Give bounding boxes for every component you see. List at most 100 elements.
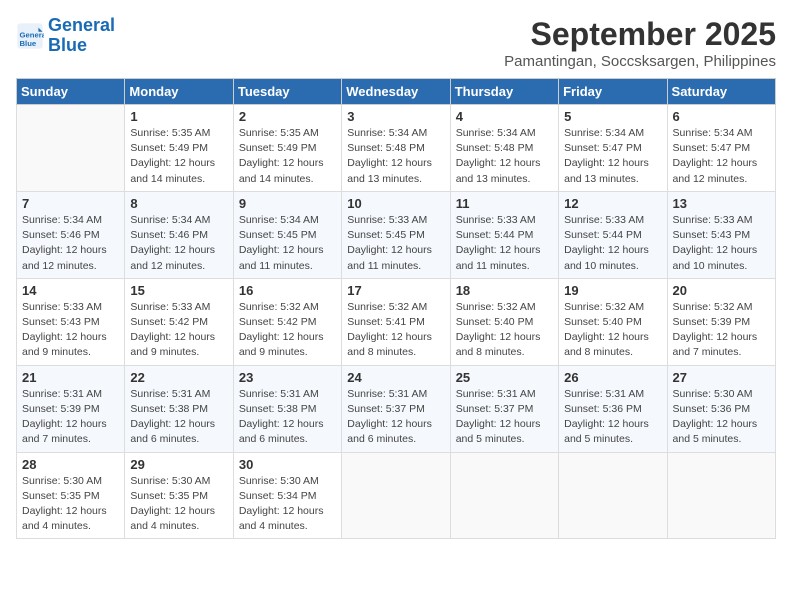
calendar-cell: 1 Sunrise: 5:35 AM Sunset: 5:49 PM Daylig… — [125, 105, 233, 192]
day-number: 10 — [347, 196, 444, 211]
weekday-header-friday: Friday — [559, 79, 667, 105]
calendar-cell: 7 Sunrise: 5:34 AM Sunset: 5:46 PM Daylig… — [17, 191, 125, 278]
day-number: 1 — [130, 109, 227, 124]
calendar-cell: 2 Sunrise: 5:35 AM Sunset: 5:49 PM Daylig… — [233, 105, 341, 192]
calendar-cell: 20Sunrise: 5:32 AM Sunset: 5:39 PM Dayli… — [667, 278, 775, 365]
calendar-table: SundayMondayTuesdayWednesdayThursdayFrid… — [16, 78, 776, 539]
day-info: Sunrise: 5:33 AM Sunset: 5:44 PM Dayligh… — [564, 213, 661, 274]
page-header: General Blue General Blue September 2025… — [16, 16, 776, 70]
day-info: Sunrise: 5:35 AM Sunset: 5:49 PM Dayligh… — [239, 126, 336, 187]
day-number: 15 — [130, 283, 227, 298]
calendar-cell — [559, 452, 667, 539]
day-info: Sunrise: 5:34 AM Sunset: 5:48 PM Dayligh… — [347, 126, 444, 187]
calendar-cell: 29 Sunrise: 5:30 AM Sunset: 5:35 PM Dayli… — [125, 452, 233, 539]
calendar-week-row: 28Sunrise: 5:30 AM Sunset: 5:35 PM Dayli… — [17, 452, 776, 539]
day-info: Sunrise: 5:30 AM Sunset: 5:35 PM Dayligh… — [22, 474, 119, 535]
logo-text: General Blue — [48, 16, 115, 56]
day-info: Sunrise: 5:32 AM Sunset: 5:40 PM Dayligh… — [456, 300, 553, 361]
day-info: Sunrise: 5:31 AM Sunset: 5:38 PM Dayligh… — [239, 387, 336, 448]
calendar-cell: 6 Sunrise: 5:34 AM Sunset: 5:47 PM Daylig… — [667, 105, 775, 192]
logo-line1: General — [48, 15, 115, 35]
day-info: Sunrise: 5:33 AM Sunset: 5:43 PM Dayligh… — [673, 213, 770, 274]
day-number: 5 — [564, 109, 661, 124]
calendar-cell: 25 Sunrise: 5:31 AM Sunset: 5:37 PM Dayli… — [450, 365, 558, 452]
day-number: 7 — [22, 196, 119, 211]
day-info: Sunrise: 5:32 AM Sunset: 5:42 PM Dayligh… — [239, 300, 336, 361]
calendar-cell: 30 Sunrise: 5:30 AM Sunset: 5:34 PM Dayli… — [233, 452, 341, 539]
svg-text:Blue: Blue — [20, 39, 37, 48]
calendar-cell: 4Sunrise: 5:34 AM Sunset: 5:48 PM Daylig… — [450, 105, 558, 192]
calendar-cell — [450, 452, 558, 539]
day-info: Sunrise: 5:31 AM Sunset: 5:39 PM Dayligh… — [22, 387, 119, 448]
day-number: 3 — [347, 109, 444, 124]
calendar-body: 1 Sunrise: 5:35 AM Sunset: 5:49 PM Daylig… — [17, 105, 776, 539]
day-info: Sunrise: 5:33 AM Sunset: 5:44 PM Dayligh… — [456, 213, 553, 274]
day-number: 12 — [564, 196, 661, 211]
calendar-cell: 10 Sunrise: 5:33 AM Sunset: 5:45 PM Dayli… — [342, 191, 450, 278]
day-number: 25 — [456, 370, 553, 385]
weekday-header-wednesday: Wednesday — [342, 79, 450, 105]
weekday-header-monday: Monday — [125, 79, 233, 105]
day-info: Sunrise: 5:31 AM Sunset: 5:37 PM Dayligh… — [347, 387, 444, 448]
day-number: 17 — [347, 283, 444, 298]
calendar-week-row: 21 Sunrise: 5:31 AM Sunset: 5:39 PM Dayli… — [17, 365, 776, 452]
day-info: Sunrise: 5:34 AM Sunset: 5:47 PM Dayligh… — [673, 126, 770, 187]
calendar-cell: 9 Sunrise: 5:34 AM Sunset: 5:45 PM Daylig… — [233, 191, 341, 278]
weekday-row: SundayMondayTuesdayWednesdayThursdayFrid… — [17, 79, 776, 105]
logo: General Blue General Blue — [16, 16, 115, 56]
day-info: Sunrise: 5:32 AM Sunset: 5:40 PM Dayligh… — [564, 300, 661, 361]
day-info: Sunrise: 5:31 AM Sunset: 5:36 PM Dayligh… — [564, 387, 661, 448]
calendar-cell — [342, 452, 450, 539]
weekday-header-thursday: Thursday — [450, 79, 558, 105]
day-info: Sunrise: 5:33 AM Sunset: 5:43 PM Dayligh… — [22, 300, 119, 361]
day-number: 6 — [673, 109, 770, 124]
day-info: Sunrise: 5:34 AM Sunset: 5:45 PM Dayligh… — [239, 213, 336, 274]
day-number: 19 — [564, 283, 661, 298]
calendar-week-row: 1 Sunrise: 5:35 AM Sunset: 5:49 PM Daylig… — [17, 105, 776, 192]
day-info: Sunrise: 5:34 AM Sunset: 5:48 PM Dayligh… — [456, 126, 553, 187]
day-number: 22 — [130, 370, 227, 385]
location-title: Pamantingan, Soccsksargen, Philippines — [504, 53, 776, 70]
day-info: Sunrise: 5:33 AM Sunset: 5:45 PM Dayligh… — [347, 213, 444, 274]
title-block: September 2025 Pamantingan, Soccsksargen… — [504, 16, 776, 70]
weekday-header-tuesday: Tuesday — [233, 79, 341, 105]
calendar-cell: 17Sunrise: 5:32 AM Sunset: 5:41 PM Dayli… — [342, 278, 450, 365]
logo-line2: Blue — [48, 35, 87, 55]
day-info: Sunrise: 5:31 AM Sunset: 5:37 PM Dayligh… — [456, 387, 553, 448]
calendar-cell: 16 Sunrise: 5:32 AM Sunset: 5:42 PM Dayli… — [233, 278, 341, 365]
day-number: 18 — [456, 283, 553, 298]
day-info: Sunrise: 5:35 AM Sunset: 5:49 PM Dayligh… — [130, 126, 227, 187]
calendar-cell: 5 Sunrise: 5:34 AM Sunset: 5:47 PM Daylig… — [559, 105, 667, 192]
weekday-header-saturday: Saturday — [667, 79, 775, 105]
day-number: 23 — [239, 370, 336, 385]
calendar-cell: 22 Sunrise: 5:31 AM Sunset: 5:38 PM Dayli… — [125, 365, 233, 452]
month-title: September 2025 — [504, 16, 776, 53]
calendar-week-row: 14 Sunrise: 5:33 AM Sunset: 5:43 PM Dayli… — [17, 278, 776, 365]
day-info: Sunrise: 5:30 AM Sunset: 5:34 PM Dayligh… — [239, 474, 336, 535]
day-number: 30 — [239, 457, 336, 472]
day-number: 29 — [130, 457, 227, 472]
day-number: 11 — [456, 196, 553, 211]
day-number: 2 — [239, 109, 336, 124]
day-number: 21 — [22, 370, 119, 385]
day-number: 26 — [564, 370, 661, 385]
calendar-cell: 12 Sunrise: 5:33 AM Sunset: 5:44 PM Dayli… — [559, 191, 667, 278]
day-info: Sunrise: 5:34 AM Sunset: 5:47 PM Dayligh… — [564, 126, 661, 187]
calendar-cell — [17, 105, 125, 192]
calendar-cell: 19 Sunrise: 5:32 AM Sunset: 5:40 PM Dayli… — [559, 278, 667, 365]
day-number: 9 — [239, 196, 336, 211]
calendar-cell: 13Sunrise: 5:33 AM Sunset: 5:43 PM Dayli… — [667, 191, 775, 278]
calendar-cell: 27Sunrise: 5:30 AM Sunset: 5:36 PM Dayli… — [667, 365, 775, 452]
day-info: Sunrise: 5:34 AM Sunset: 5:46 PM Dayligh… — [22, 213, 119, 274]
day-number: 16 — [239, 283, 336, 298]
calendar-week-row: 7 Sunrise: 5:34 AM Sunset: 5:46 PM Daylig… — [17, 191, 776, 278]
calendar-cell: 15Sunrise: 5:33 AM Sunset: 5:42 PM Dayli… — [125, 278, 233, 365]
calendar-cell: 24Sunrise: 5:31 AM Sunset: 5:37 PM Dayli… — [342, 365, 450, 452]
day-info: Sunrise: 5:30 AM Sunset: 5:35 PM Dayligh… — [130, 474, 227, 535]
day-number: 14 — [22, 283, 119, 298]
day-info: Sunrise: 5:32 AM Sunset: 5:39 PM Dayligh… — [673, 300, 770, 361]
calendar-header: SundayMondayTuesdayWednesdayThursdayFrid… — [17, 79, 776, 105]
calendar-cell: 8Sunrise: 5:34 AM Sunset: 5:46 PM Daylig… — [125, 191, 233, 278]
day-info: Sunrise: 5:31 AM Sunset: 5:38 PM Dayligh… — [130, 387, 227, 448]
day-number: 27 — [673, 370, 770, 385]
